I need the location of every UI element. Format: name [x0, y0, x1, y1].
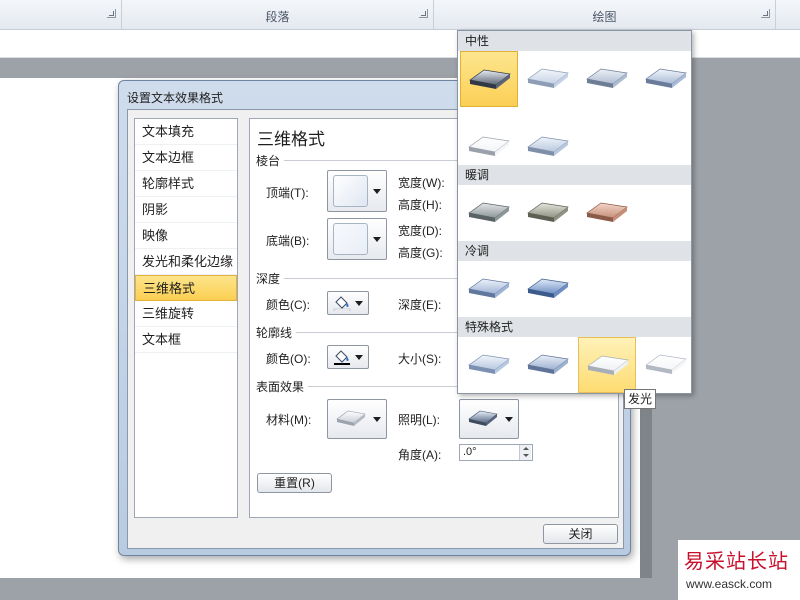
bevel-top-height-label: 高度(H): [398, 198, 442, 212]
material-option[interactable] [460, 51, 518, 107]
gallery-section-special: 特殊格式 [458, 317, 691, 337]
angle-label: 角度(A): [398, 448, 442, 462]
paragraph-dialog-launcher-icon[interactable] [419, 9, 428, 18]
nav-item-glow-soft-edges[interactable]: 发光和柔化边缘 [135, 249, 237, 275]
material-option[interactable] [519, 261, 577, 317]
material-option[interactable] [578, 185, 636, 241]
contour-size-label: 大小(S): [398, 352, 442, 366]
material-swatch-icon [468, 354, 510, 374]
watermark-brand: 易采站长站 [684, 549, 789, 573]
bevel-heading: 棱台 [256, 154, 281, 168]
depth-color-dropdown[interactable] [327, 291, 369, 315]
material-swatch-icon [527, 354, 569, 374]
material-swatch-icon [468, 278, 510, 298]
material-swatch-icon [586, 202, 628, 222]
nav-item-reflection[interactable]: 映像 [135, 223, 237, 249]
material-swatch-icon [469, 69, 511, 89]
font-dialog-launcher-icon[interactable] [107, 9, 116, 18]
dropdown-arrow-icon [373, 417, 381, 422]
material-swatch-icon [527, 68, 569, 88]
material-swatch-icon [586, 68, 628, 88]
bevel-preview-icon [333, 223, 368, 255]
dialog-title: 设置文本效果格式 [127, 91, 224, 105]
ribbon-group-paragraph: 段落 [122, 0, 434, 30]
material-option[interactable] [578, 51, 636, 107]
dropdown-arrow-icon [373, 237, 381, 242]
material-option[interactable] [460, 261, 518, 317]
bevel-top-width-label: 宽度(W): [398, 176, 445, 190]
bevel-bottom-dropdown[interactable] [327, 218, 387, 260]
dropdown-arrow-icon [373, 189, 381, 194]
ribbon-group-drawing: 绘图 [434, 0, 776, 30]
material-option[interactable] [460, 119, 518, 175]
material-swatch-icon [527, 278, 569, 298]
reset-button[interactable]: 重置(R) [257, 473, 332, 493]
close-button[interactable]: 关闭 [543, 524, 618, 544]
material-gallery: 中性 暖调 冷调 特殊格式 [457, 30, 692, 394]
material-option[interactable] [519, 119, 577, 175]
watermark-url: www.easck.com [686, 577, 773, 591]
nav-item-3d-rotation[interactable]: 三维旋转 [135, 301, 237, 327]
material-option[interactable] [637, 51, 695, 107]
angle-value[interactable]: .0° [463, 446, 477, 458]
material-label: 材料(M): [266, 413, 312, 427]
gallery-section-neutral: 中性 [458, 31, 691, 51]
depth-color-label: 颜色(C): [266, 298, 310, 312]
material-option[interactable] [519, 337, 577, 393]
lighting-preview-icon [468, 410, 498, 426]
bevel-preview-icon [333, 175, 368, 207]
paint-bucket-icon [334, 350, 350, 365]
contour-color-dropdown[interactable] [327, 345, 369, 369]
tooltip: 发光 [624, 389, 656, 409]
depth-heading: 深度 [256, 272, 281, 286]
surface-heading: 表面效果 [256, 380, 305, 394]
ribbon-group-label: 段落 [265, 10, 290, 24]
angle-spinner[interactable]: .0° [459, 444, 533, 461]
bevel-bottom-width-label: 宽度(D): [398, 224, 442, 238]
bevel-bottom-label: 底端(B): [266, 234, 310, 248]
dropdown-arrow-icon [355, 301, 363, 306]
material-swatch-icon [645, 354, 687, 374]
paint-bucket-icon [333, 296, 351, 311]
nav-item-outline-style[interactable]: 轮廓样式 [135, 171, 237, 197]
material-option[interactable] [460, 337, 518, 393]
nav-item-text-box[interactable]: 文本框 [135, 327, 237, 353]
contour-heading: 轮廓线 [256, 326, 293, 340]
nav-item-3d-format[interactable]: 三维格式 [135, 275, 237, 301]
gallery-section-cool: 冷调 [458, 241, 691, 261]
material-option[interactable] [460, 185, 518, 241]
material-swatch-icon [587, 355, 629, 375]
material-swatch-icon [468, 136, 510, 156]
drawing-dialog-launcher-icon[interactable] [761, 9, 770, 18]
material-swatch-icon [468, 202, 510, 222]
lighting-dropdown[interactable] [459, 399, 519, 439]
category-list: 文本填充 文本边框 轮廓样式 阴影 映像 发光和柔化边缘 三维格式 三维旋转 文… [134, 118, 238, 518]
lighting-label: 照明(L): [398, 413, 441, 427]
material-dropdown[interactable] [327, 399, 387, 439]
material-option[interactable] [637, 337, 695, 393]
nav-item-text-outline[interactable]: 文本边框 [135, 145, 237, 171]
material-option[interactable] [519, 185, 577, 241]
nav-item-text-fill[interactable]: 文本填充 [135, 119, 237, 145]
dropdown-arrow-icon [505, 417, 513, 422]
dropdown-arrow-icon [355, 355, 363, 360]
bevel-bottom-height-label: 高度(G): [398, 246, 443, 260]
bevel-top-dropdown[interactable] [327, 170, 387, 212]
material-preview-icon [336, 410, 366, 426]
ribbon-group-label: 绘图 [592, 10, 617, 24]
material-swatch-icon [527, 136, 569, 156]
panel-title: 三维格式 [257, 130, 325, 149]
material-option[interactable] [519, 51, 577, 107]
nav-item-shadow[interactable]: 阴影 [135, 197, 237, 223]
ribbon-group-font [0, 0, 122, 30]
spin-down-icon[interactable] [519, 452, 531, 460]
bevel-top-label: 顶端(T): [266, 186, 309, 200]
depth-size-label: 深度(E): [398, 298, 442, 312]
material-option[interactable] [578, 337, 636, 393]
contour-color-label: 颜色(O): [266, 352, 311, 366]
ribbon-groups-bar: 段落 绘图 [0, 0, 800, 30]
watermark: 易采站长站 www.easck.com [678, 540, 800, 600]
material-swatch-icon [645, 68, 687, 88]
material-swatch-icon [527, 202, 569, 222]
